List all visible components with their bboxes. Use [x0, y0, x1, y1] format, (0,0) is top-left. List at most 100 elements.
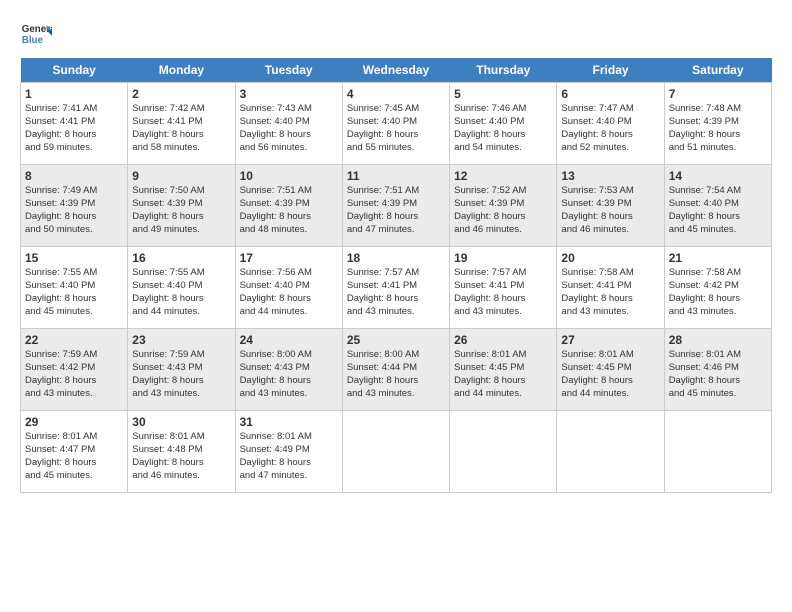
day-info-line: Daylight: 8 hours: [454, 293, 552, 306]
day-header-thursday: Thursday: [450, 58, 557, 83]
day-info-line: and 52 minutes.: [561, 142, 659, 155]
week-row-2: 8Sunrise: 7:49 AMSunset: 4:39 PMDaylight…: [21, 165, 772, 247]
day-info-line: Sunrise: 7:52 AM: [454, 185, 552, 198]
calendar-cell: 2Sunrise: 7:42 AMSunset: 4:41 PMDaylight…: [128, 83, 235, 165]
calendar-cell: 1Sunrise: 7:41 AMSunset: 4:41 PMDaylight…: [21, 83, 128, 165]
day-info-line: Daylight: 8 hours: [454, 211, 552, 224]
day-info-line: Daylight: 8 hours: [240, 293, 338, 306]
day-info-line: Sunset: 4:40 PM: [25, 280, 123, 293]
calendar-cell: 22Sunrise: 7:59 AMSunset: 4:42 PMDayligh…: [21, 329, 128, 411]
week-row-5: 29Sunrise: 8:01 AMSunset: 4:47 PMDayligh…: [21, 411, 772, 493]
day-info-line: Daylight: 8 hours: [561, 211, 659, 224]
day-info-line: Sunrise: 7:57 AM: [454, 267, 552, 280]
day-number: 16: [132, 250, 230, 266]
day-info-line: and 45 minutes.: [25, 306, 123, 319]
day-info-line: Sunset: 4:40 PM: [240, 116, 338, 129]
day-info-line: Daylight: 8 hours: [240, 375, 338, 388]
day-info-line: Sunset: 4:41 PM: [454, 280, 552, 293]
day-info-line: Daylight: 8 hours: [669, 375, 767, 388]
day-info-line: Sunrise: 7:51 AM: [347, 185, 445, 198]
day-info-line: Sunset: 4:41 PM: [25, 116, 123, 129]
day-info-line: and 44 minutes.: [454, 388, 552, 401]
day-info-line: and 51 minutes.: [669, 142, 767, 155]
day-info-line: and 43 minutes.: [132, 388, 230, 401]
day-info-line: Daylight: 8 hours: [454, 129, 552, 142]
day-number: 4: [347, 86, 445, 102]
day-info-line: and 45 minutes.: [669, 224, 767, 237]
day-number: 7: [669, 86, 767, 102]
week-row-4: 22Sunrise: 7:59 AMSunset: 4:42 PMDayligh…: [21, 329, 772, 411]
calendar-cell: 12Sunrise: 7:52 AMSunset: 4:39 PMDayligh…: [450, 165, 557, 247]
calendar-cell: 9Sunrise: 7:50 AMSunset: 4:39 PMDaylight…: [128, 165, 235, 247]
calendar-cell: 11Sunrise: 7:51 AMSunset: 4:39 PMDayligh…: [342, 165, 449, 247]
day-header-saturday: Saturday: [664, 58, 771, 83]
day-info-line: Daylight: 8 hours: [347, 129, 445, 142]
day-info-line: Sunrise: 7:53 AM: [561, 185, 659, 198]
calendar-cell: [450, 411, 557, 493]
day-info-line: and 43 minutes.: [561, 306, 659, 319]
day-header-sunday: Sunday: [21, 58, 128, 83]
calendar-cell: [664, 411, 771, 493]
calendar-cell: 4Sunrise: 7:45 AMSunset: 4:40 PMDaylight…: [342, 83, 449, 165]
day-number: 19: [454, 250, 552, 266]
day-info-line: Daylight: 8 hours: [132, 129, 230, 142]
calendar-cell: 27Sunrise: 8:01 AMSunset: 4:45 PMDayligh…: [557, 329, 664, 411]
day-info-line: Sunrise: 7:42 AM: [132, 103, 230, 116]
day-info-line: and 43 minutes.: [669, 306, 767, 319]
calendar-cell: 25Sunrise: 8:00 AMSunset: 4:44 PMDayligh…: [342, 329, 449, 411]
day-info-line: Daylight: 8 hours: [561, 293, 659, 306]
day-info-line: Daylight: 8 hours: [347, 293, 445, 306]
day-info-line: and 48 minutes.: [240, 224, 338, 237]
day-info-line: Sunset: 4:39 PM: [25, 198, 123, 211]
calendar-cell: 23Sunrise: 7:59 AMSunset: 4:43 PMDayligh…: [128, 329, 235, 411]
day-info-line: Sunset: 4:48 PM: [132, 444, 230, 457]
calendar-cell: 17Sunrise: 7:56 AMSunset: 4:40 PMDayligh…: [235, 247, 342, 329]
day-info-line: and 47 minutes.: [347, 224, 445, 237]
calendar-cell: 15Sunrise: 7:55 AMSunset: 4:40 PMDayligh…: [21, 247, 128, 329]
day-number: 20: [561, 250, 659, 266]
day-info-line: and 47 minutes.: [240, 470, 338, 483]
calendar-cell: 10Sunrise: 7:51 AMSunset: 4:39 PMDayligh…: [235, 165, 342, 247]
day-info-line: Daylight: 8 hours: [347, 211, 445, 224]
day-info-line: Sunrise: 8:01 AM: [132, 431, 230, 444]
day-info-line: Sunset: 4:42 PM: [25, 362, 123, 375]
day-number: 3: [240, 86, 338, 102]
day-info-line: Sunrise: 7:48 AM: [669, 103, 767, 116]
day-number: 27: [561, 332, 659, 348]
day-info-line: Sunrise: 7:49 AM: [25, 185, 123, 198]
day-info-line: Daylight: 8 hours: [240, 129, 338, 142]
day-number: 18: [347, 250, 445, 266]
calendar-cell: 31Sunrise: 8:01 AMSunset: 4:49 PMDayligh…: [235, 411, 342, 493]
day-info-line: Sunset: 4:40 PM: [454, 116, 552, 129]
day-info-line: and 43 minutes.: [454, 306, 552, 319]
day-info-line: Sunset: 4:39 PM: [669, 116, 767, 129]
day-info-line: Sunrise: 7:43 AM: [240, 103, 338, 116]
day-info-line: Sunrise: 7:59 AM: [132, 349, 230, 362]
day-info-line: Sunrise: 8:01 AM: [454, 349, 552, 362]
day-info-line: and 49 minutes.: [132, 224, 230, 237]
calendar-table: SundayMondayTuesdayWednesdayThursdayFrid…: [20, 58, 772, 493]
day-info-line: Daylight: 8 hours: [25, 293, 123, 306]
week-row-3: 15Sunrise: 7:55 AMSunset: 4:40 PMDayligh…: [21, 247, 772, 329]
day-info-line: Sunset: 4:39 PM: [561, 198, 659, 211]
day-info-line: and 56 minutes.: [240, 142, 338, 155]
day-number: 23: [132, 332, 230, 348]
day-info-line: Sunset: 4:39 PM: [454, 198, 552, 211]
day-info-line: Sunrise: 7:46 AM: [454, 103, 552, 116]
day-info-line: Daylight: 8 hours: [132, 211, 230, 224]
day-number: 24: [240, 332, 338, 348]
day-info-line: Daylight: 8 hours: [25, 375, 123, 388]
day-info-line: Daylight: 8 hours: [240, 457, 338, 470]
day-info-line: and 54 minutes.: [454, 142, 552, 155]
day-number: 15: [25, 250, 123, 266]
day-info-line: Daylight: 8 hours: [669, 293, 767, 306]
calendar-cell: 8Sunrise: 7:49 AMSunset: 4:39 PMDaylight…: [21, 165, 128, 247]
day-info-line: Sunset: 4:41 PM: [347, 280, 445, 293]
header: General Blue: [20, 18, 772, 50]
day-number: 17: [240, 250, 338, 266]
day-number: 8: [25, 168, 123, 184]
day-info-line: Daylight: 8 hours: [561, 129, 659, 142]
day-header-friday: Friday: [557, 58, 664, 83]
day-info-line: Sunrise: 7:56 AM: [240, 267, 338, 280]
day-number: 26: [454, 332, 552, 348]
